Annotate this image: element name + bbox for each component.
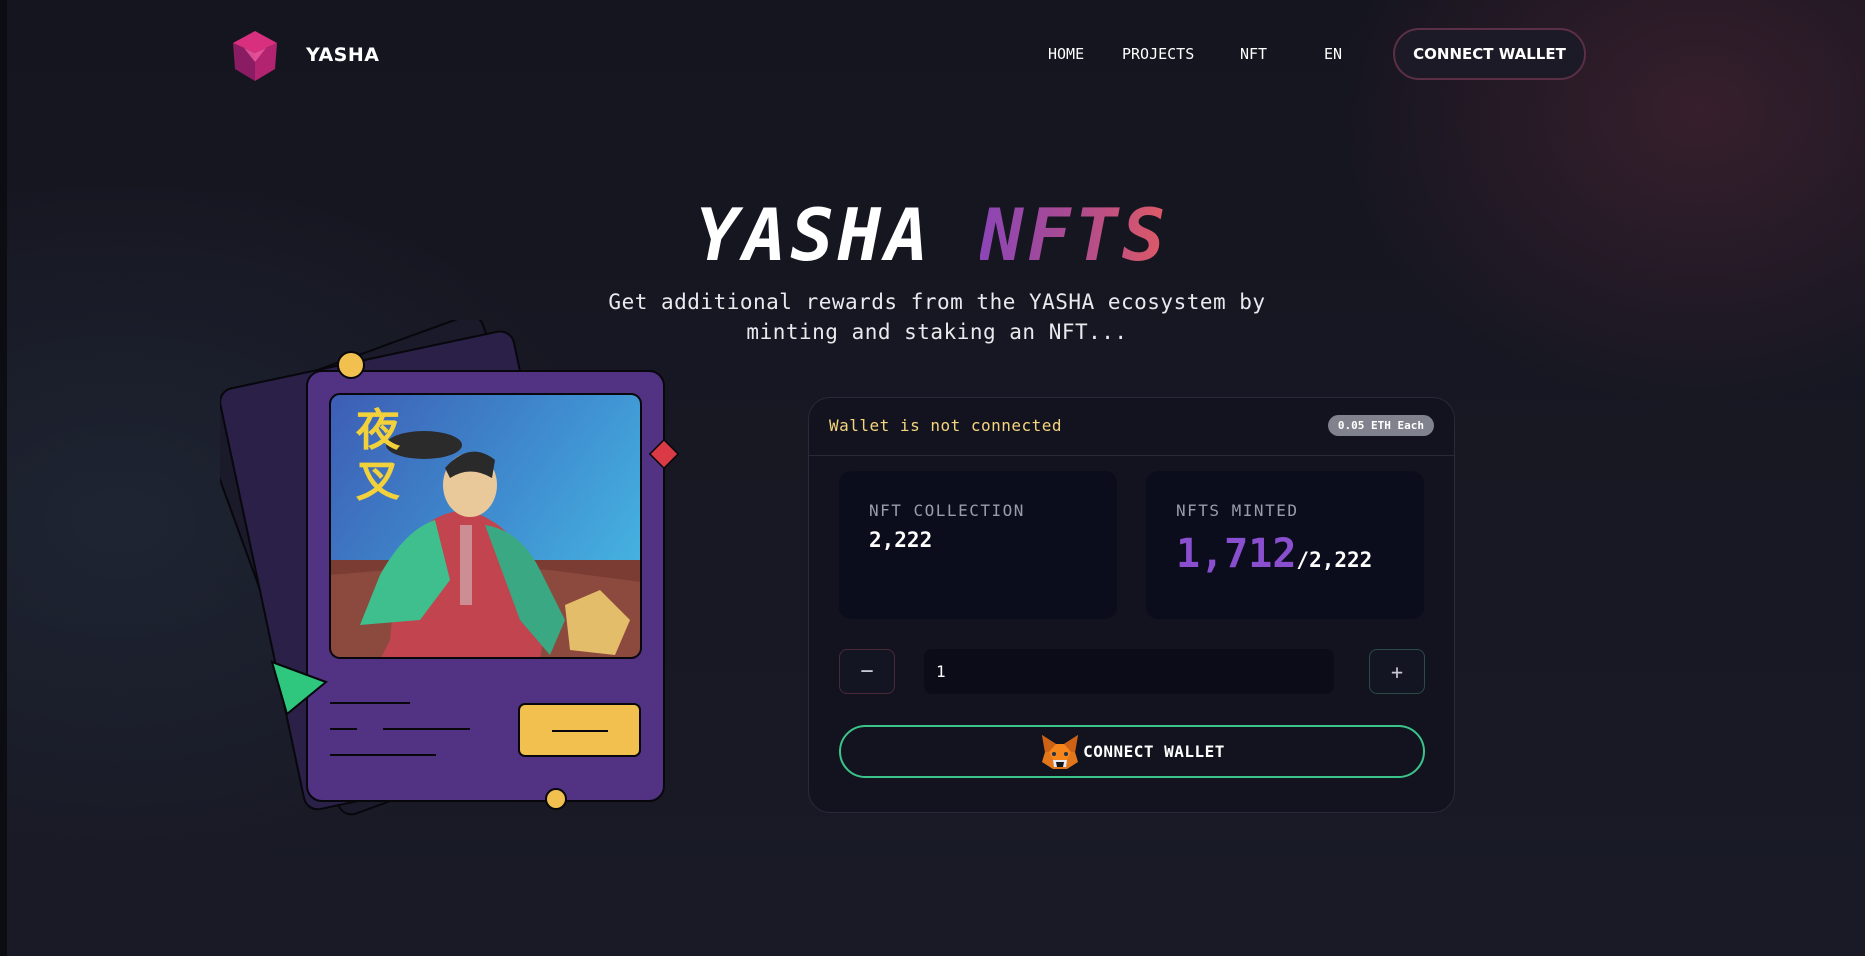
card-kanji-2: 叉	[356, 456, 400, 507]
mint-panel-header: Wallet is not connected 0.05 ETH Each	[809, 398, 1454, 456]
deco-circle-bottom	[545, 788, 567, 810]
deco-circle-top	[337, 351, 365, 379]
nav-nft[interactable]: NFT	[1240, 45, 1267, 63]
window-edge	[0, 0, 7, 956]
nft-collection-stat: NFT COLLECTION 2,222	[839, 471, 1117, 619]
mint-connect-wallet-label: CONNECT WALLET	[1083, 742, 1225, 761]
nfts-minted-label: NFTS MINTED	[1176, 501, 1299, 520]
nfts-minted-count: 1,712	[1176, 531, 1297, 577]
hero-title-nfts: NFTS	[979, 193, 1170, 277]
cube-logo-icon[interactable]	[230, 29, 280, 83]
hero-title: YASHA NFTS	[0, 193, 1865, 277]
mint-panel: Wallet is not connected 0.05 ETH Each NF…	[808, 397, 1455, 813]
nft-card-illustration: 夜 叉	[220, 320, 680, 816]
nfts-minted-value: 1,712 /2,222	[1176, 531, 1372, 577]
nft-collection-label: NFT COLLECTION	[869, 501, 1025, 520]
header-connect-wallet-button[interactable]: CONNECT WALLET	[1393, 28, 1586, 80]
nft-artwork: 夜 叉	[330, 394, 641, 658]
wallet-status-text: Wallet is not connected	[829, 416, 1063, 435]
nfts-minted-stat: NFTS MINTED 1,712 /2,222	[1146, 471, 1424, 619]
nav-home[interactable]: HOME	[1048, 45, 1084, 63]
metamask-fox-icon	[1042, 734, 1079, 769]
quantity-increment-button[interactable]: +	[1369, 649, 1425, 694]
brand-name[interactable]: YASHA	[306, 44, 379, 66]
card-kanji-1: 夜	[355, 405, 401, 456]
nft-collection-value: 2,222	[869, 528, 933, 552]
quantity-input[interactable]	[924, 649, 1334, 694]
quantity-decrement-button[interactable]: −	[839, 649, 895, 694]
hero-title-yasha: YASHA	[695, 193, 933, 277]
language-selector[interactable]: EN	[1324, 45, 1342, 63]
mint-connect-wallet-button[interactable]: CONNECT WALLET	[839, 725, 1425, 778]
price-badge: 0.05 ETH Each	[1327, 415, 1434, 436]
nfts-minted-total: /2,222	[1296, 548, 1373, 572]
nav-projects[interactable]: PROJECTS	[1122, 45, 1194, 63]
